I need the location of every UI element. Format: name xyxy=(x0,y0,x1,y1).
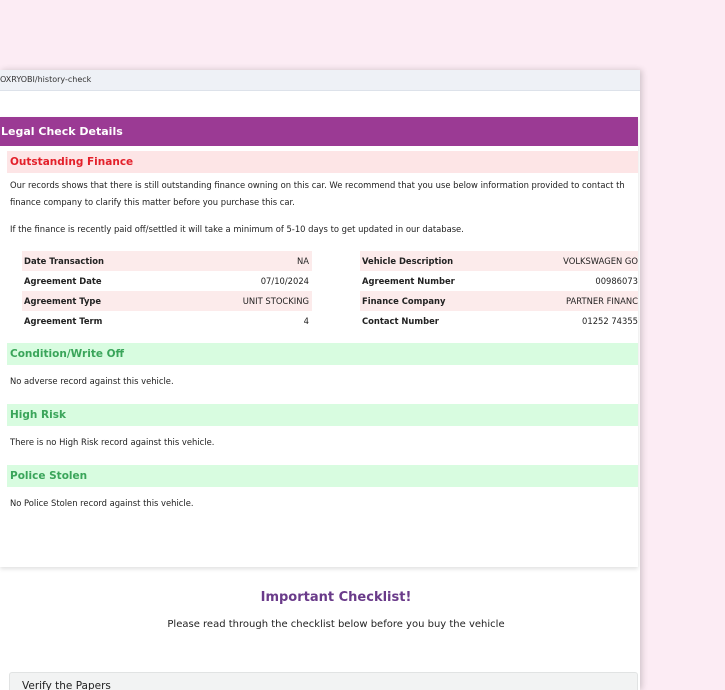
table-row: Contact Number 01252 74355 xyxy=(360,311,638,331)
row-value: 01252 74355 xyxy=(582,316,638,326)
legal-check-card: Legal Check Details Outstanding Finance … xyxy=(0,117,638,567)
row-value: 00986073 xyxy=(595,276,638,286)
url-text[interactable]: OXRYOBI/history-check xyxy=(0,75,91,84)
row-value: 4 xyxy=(303,316,309,326)
row-label: Vehicle Description xyxy=(362,256,454,266)
page-content: Legal Check Details Outstanding Finance … xyxy=(0,91,640,690)
verify-papers-title[interactable]: Verify the Papers xyxy=(22,680,111,690)
finance-text-line1: Our records shows that there is still ou… xyxy=(10,180,625,190)
row-value: UNIT STOCKING xyxy=(242,296,309,306)
table-row: Agreement Date 07/10/2024 xyxy=(22,271,312,291)
high-risk-heading: High Risk xyxy=(7,404,638,426)
table-row: Agreement Type UNIT STOCKING xyxy=(22,291,312,311)
row-label: Date Transaction xyxy=(24,256,104,266)
finance-text-line3: If the finance is recently paid off/sett… xyxy=(10,224,464,234)
row-value: 07/10/2024 xyxy=(260,276,309,286)
table-row: Date Transaction NA xyxy=(22,251,312,271)
table-row: Agreement Term 4 xyxy=(22,311,312,331)
row-value: VOLKSWAGEN GO xyxy=(563,256,638,266)
finance-text-line2: finance company to clarify this matter b… xyxy=(10,197,295,207)
finance-details-right-table: Vehicle Description VOLKSWAGEN GO Agreem… xyxy=(360,251,638,331)
row-label: Agreement Number xyxy=(362,276,455,286)
police-stolen-text: No Police Stolen record against this veh… xyxy=(10,498,194,508)
card-title: Legal Check Details xyxy=(0,117,638,146)
row-label: Contact Number xyxy=(362,316,439,326)
browser-window: OXRYOBI/history-check Legal Check Detail… xyxy=(0,70,640,690)
high-risk-text: There is no High Risk record against thi… xyxy=(10,437,215,447)
police-stolen-heading: Police Stolen xyxy=(7,465,638,487)
row-label: Agreement Type xyxy=(24,296,102,306)
checklist-title: Important Checklist! xyxy=(260,590,412,605)
row-label: Agreement Date xyxy=(24,276,102,286)
row-value: PARTNER FINANC xyxy=(566,296,638,306)
row-label: Agreement Term xyxy=(24,316,103,326)
outstanding-finance-heading: Outstanding Finance xyxy=(7,151,638,173)
table-row: Vehicle Description VOLKSWAGEN GO xyxy=(360,251,638,271)
condition-write-off-text: No adverse record against this vehicle. xyxy=(10,376,174,386)
condition-write-off-heading: Condition/Write Off xyxy=(7,343,638,365)
row-label: Finance Company xyxy=(362,296,446,306)
table-row: Agreement Number 00986073 xyxy=(360,271,638,291)
address-bar[interactable]: OXRYOBI/history-check xyxy=(0,70,640,91)
checklist-subtitle: Please read through the checklist below … xyxy=(167,619,505,630)
verify-papers-section[interactable]: Verify the Papers xyxy=(9,672,638,690)
table-row: Finance Company PARTNER FINANC xyxy=(360,291,638,311)
row-value: NA xyxy=(297,256,309,266)
finance-details-left-table: Date Transaction NA Agreement Date 07/10… xyxy=(22,251,312,331)
